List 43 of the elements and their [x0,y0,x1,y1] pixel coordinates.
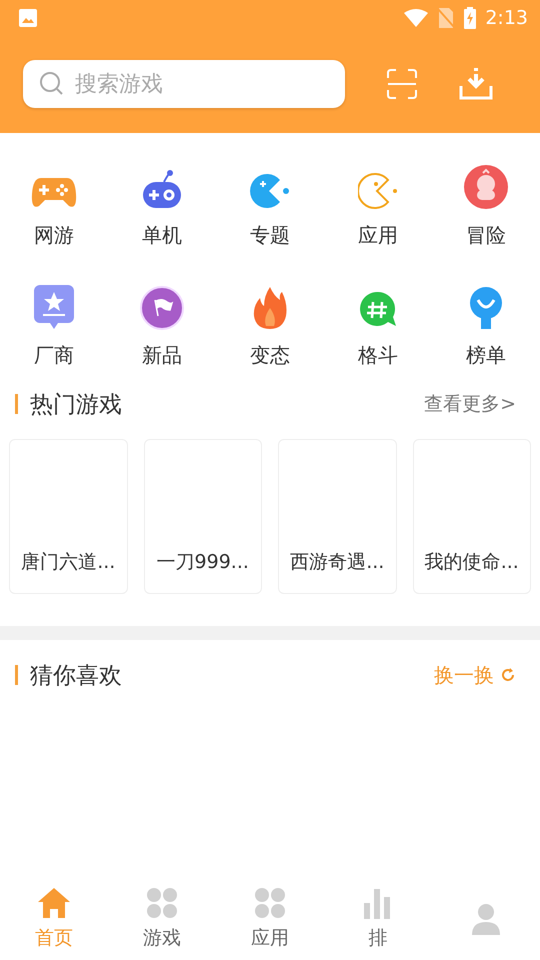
flag-icon[interactable] [140,286,184,330]
search-icon [39,71,65,97]
home-icon [37,887,71,919]
star-badge-icon[interactable] [33,284,75,330]
image-icon [18,8,38,28]
game-name: 西游奇遇... [290,550,384,575]
see-more-link[interactable]: 查看更多> [424,391,516,417]
wifi-icon [403,8,430,28]
category-label[interactable]: 应用 [358,222,398,249]
game-card[interactable]: 西游奇遇... [278,439,396,594]
category-label[interactable]: 变态 [250,342,290,369]
game-name: 我的使命... [424,550,519,575]
category-label[interactable]: 冒险 [466,222,506,249]
download-icon[interactable] [459,68,493,100]
refresh-icon[interactable] [500,667,516,683]
category-label[interactable]: 网游 [34,222,74,249]
scan-icon[interactable] [387,69,417,99]
person-icon [470,903,502,935]
category-label[interactable]: 专题 [250,222,290,249]
pacman-icon[interactable] [358,172,398,210]
pacman-icon[interactable] [250,172,290,210]
category-label[interactable]: 榜单 [466,342,506,369]
no-sim-icon [437,7,456,29]
game-name: 唐门六道... [21,550,116,575]
battery-icon [463,7,478,29]
gamepad-icon[interactable] [31,176,77,210]
search-field[interactable]: 搜索游戏 [23,60,345,108]
status-time: 2:13 [485,7,528,29]
game-card[interactable]: 唐门六道... [9,439,128,594]
category-label[interactable]: 单机 [142,222,182,249]
game-card[interactable]: 一刀999... [144,439,262,594]
section-title: 猜你喜欢 [30,662,122,690]
category-label[interactable]: 厂商 [34,342,74,369]
joystick-icon[interactable] [142,170,182,210]
mascot-icon[interactable] [463,164,509,210]
category-label[interactable]: 新品 [142,342,182,369]
category-label[interactable]: 格斗 [358,342,398,369]
game-card[interactable]: 我的使命... [412,439,531,594]
game-name: 一刀999... [156,550,249,575]
grid-icon [254,887,286,919]
flame-icon[interactable] [252,286,288,330]
section-title: 热门游戏 [30,390,122,420]
grid-icon [146,887,178,919]
